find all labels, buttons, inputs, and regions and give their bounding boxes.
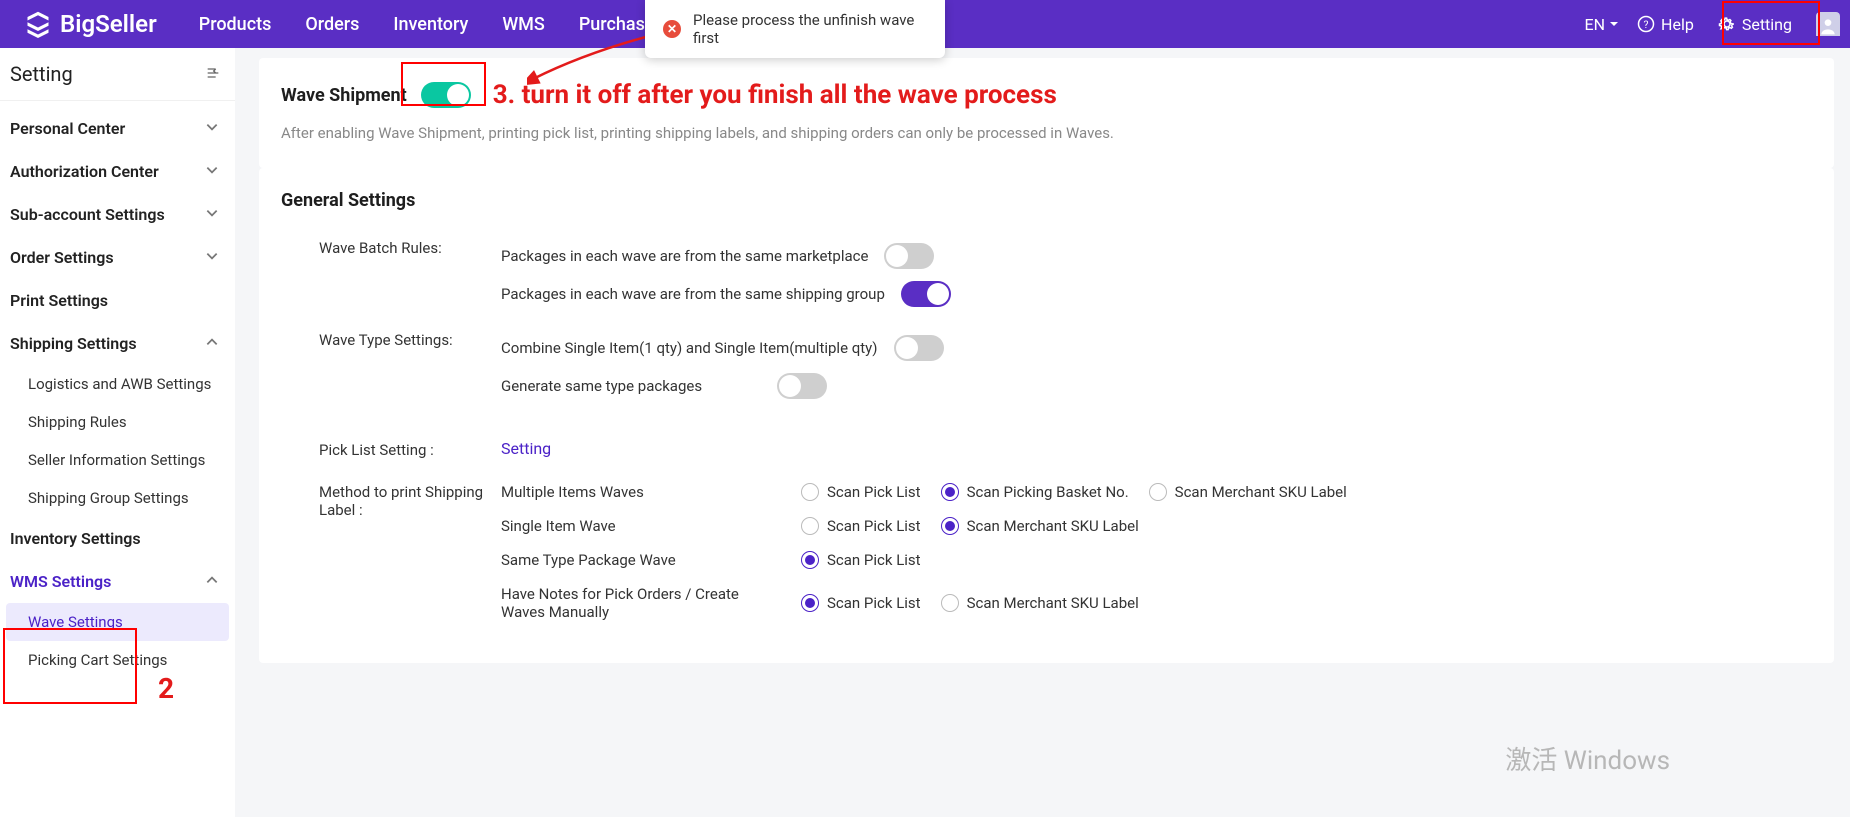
sidebar-item[interactable]: Seller Information Settings (0, 441, 235, 479)
radio-dot-icon (801, 594, 819, 612)
sidebar-category[interactable]: Shipping Settings (0, 322, 235, 365)
radio-option[interactable]: Scan Pick List (801, 483, 921, 501)
chevron-down-icon (205, 248, 219, 267)
sidebar-item[interactable]: Picking Cart Settings (0, 641, 235, 679)
option-text: Packages in each wave are from the same … (501, 247, 868, 265)
radio-option[interactable]: Scan Pick List (801, 517, 921, 535)
setting-label: Setting (1742, 15, 1792, 34)
sidebar-category[interactable]: Personal Center (0, 107, 235, 150)
radio-dot-icon (941, 517, 959, 535)
nav-item[interactable]: Orders (305, 14, 359, 35)
toggle[interactable] (777, 373, 827, 399)
sidebar-item[interactable]: Wave Settings (6, 603, 229, 641)
chevron-up-icon (205, 334, 219, 353)
radio-dot-icon (941, 483, 959, 501)
radio-option[interactable]: Scan Pick List (801, 594, 921, 612)
method-row-label: Single Item Wave (501, 517, 761, 535)
sidebar-item[interactable]: Shipping Rules (0, 403, 235, 441)
watermark: 激活 Windows (1505, 740, 1670, 777)
brand-name: BigSeller (60, 10, 157, 38)
watermark-text: 激活 Windows (1505, 740, 1670, 777)
wave-type-label: Wave Type Settings: (281, 329, 501, 349)
chevron-up-icon (205, 572, 219, 591)
general-settings-title: General Settings (281, 190, 1812, 211)
wave-shipment-panel: Wave Shipment 3. turn it off after you f… (259, 58, 1834, 168)
radio-dot-icon (801, 483, 819, 501)
radio-dot-icon (1149, 483, 1167, 501)
logo-icon (24, 10, 52, 38)
option-text: Combine Single Item(1 qty) and Single It… (501, 339, 878, 357)
help-label: Help (1661, 15, 1694, 34)
sidebar-category[interactable]: WMS Settings (0, 560, 235, 603)
sidebar-list: Personal CenterAuthorization CenterSub-a… (0, 101, 235, 679)
option-text: Packages in each wave are from the same … (501, 285, 885, 303)
topbar-right: EN ? Help Setting (1585, 12, 1840, 36)
method-row-label: Multiple Items Waves (501, 483, 761, 501)
wave-shipment-label: Wave Shipment (281, 85, 407, 106)
radio-option[interactable]: Scan Merchant SKU Label (1149, 483, 1347, 501)
wave-batch-label: Wave Batch Rules: (281, 237, 501, 257)
method-row-label: Have Notes for Pick Orders / Create Wave… (501, 585, 761, 621)
user-icon (1818, 16, 1838, 36)
method-row-label: Same Type Package Wave (501, 551, 761, 569)
toast-text: Please process the unfinish wave first (693, 11, 927, 47)
radio-dot-icon (801, 551, 819, 569)
toggle[interactable] (884, 243, 934, 269)
general-settings-panel: General Settings Wave Batch Rules: Packa… (259, 168, 1834, 663)
gear-icon (1718, 15, 1736, 33)
option-text: Generate same type packages (501, 377, 761, 395)
collapse-icon[interactable] (205, 62, 221, 86)
toast: ✕ Please process the unfinish wave first (645, 0, 945, 58)
help-link[interactable]: ? Help (1637, 15, 1694, 34)
sidebar-item[interactable]: Logistics and AWB Settings (0, 365, 235, 403)
sidebar-category[interactable]: Sub-account Settings (0, 193, 235, 236)
brand-logo[interactable]: BigSeller (24, 10, 157, 38)
radio-dot-icon (801, 517, 819, 535)
sidebar-category[interactable]: Authorization Center (0, 150, 235, 193)
nav-item[interactable]: Purchase (579, 14, 655, 35)
radio-dot-icon (941, 594, 959, 612)
nav-item[interactable]: WMS (502, 14, 545, 35)
nav-item[interactable]: Inventory (393, 14, 468, 35)
radio-option[interactable]: Scan Merchant SKU Label (941, 594, 1139, 612)
chevron-down-icon (1609, 19, 1619, 29)
setting-link[interactable]: Setting (1712, 13, 1798, 36)
avatar[interactable] (1816, 12, 1840, 36)
main: Wave Shipment 3. turn it off after you f… (235, 48, 1850, 817)
radio-option[interactable]: Scan Pick List (801, 551, 921, 569)
wave-shipment-desc: After enabling Wave Shipment, printing p… (281, 124, 1812, 142)
annotation-3: 3. turn it off after you finish all the … (493, 80, 1057, 110)
language-switch[interactable]: EN (1585, 15, 1620, 34)
sidebar: Setting Personal CenterAuthorization Cen… (0, 48, 235, 817)
sidebar-item[interactable]: Shipping Group Settings (0, 479, 235, 517)
chevron-down-icon (205, 119, 219, 138)
nav-item[interactable]: Products (199, 14, 272, 35)
sidebar-header: Setting (0, 48, 235, 101)
radio-option[interactable]: Scan Picking Basket No. (941, 483, 1129, 501)
chevron-down-icon (205, 205, 219, 224)
chevron-down-icon (205, 162, 219, 181)
method-label: Method to print Shipping Label : (281, 475, 501, 519)
svg-text:?: ? (1644, 18, 1649, 31)
annotation-2: 2 (158, 672, 174, 705)
sidebar-category[interactable]: Inventory Settings (0, 517, 235, 560)
sidebar-title: Setting (10, 62, 73, 86)
error-icon: ✕ (663, 20, 681, 38)
toggle[interactable] (894, 335, 944, 361)
pick-list-label: Pick List Setting : (281, 439, 501, 459)
pick-list-setting-link[interactable]: Setting (501, 439, 551, 458)
toggle[interactable] (901, 281, 951, 307)
help-icon: ? (1637, 15, 1655, 33)
radio-option[interactable]: Scan Merchant SKU Label (941, 517, 1139, 535)
sidebar-category[interactable]: Print Settings (0, 279, 235, 322)
language-label: EN (1585, 15, 1606, 34)
sidebar-category[interactable]: Order Settings (0, 236, 235, 279)
wave-shipment-toggle[interactable] (421, 82, 471, 108)
